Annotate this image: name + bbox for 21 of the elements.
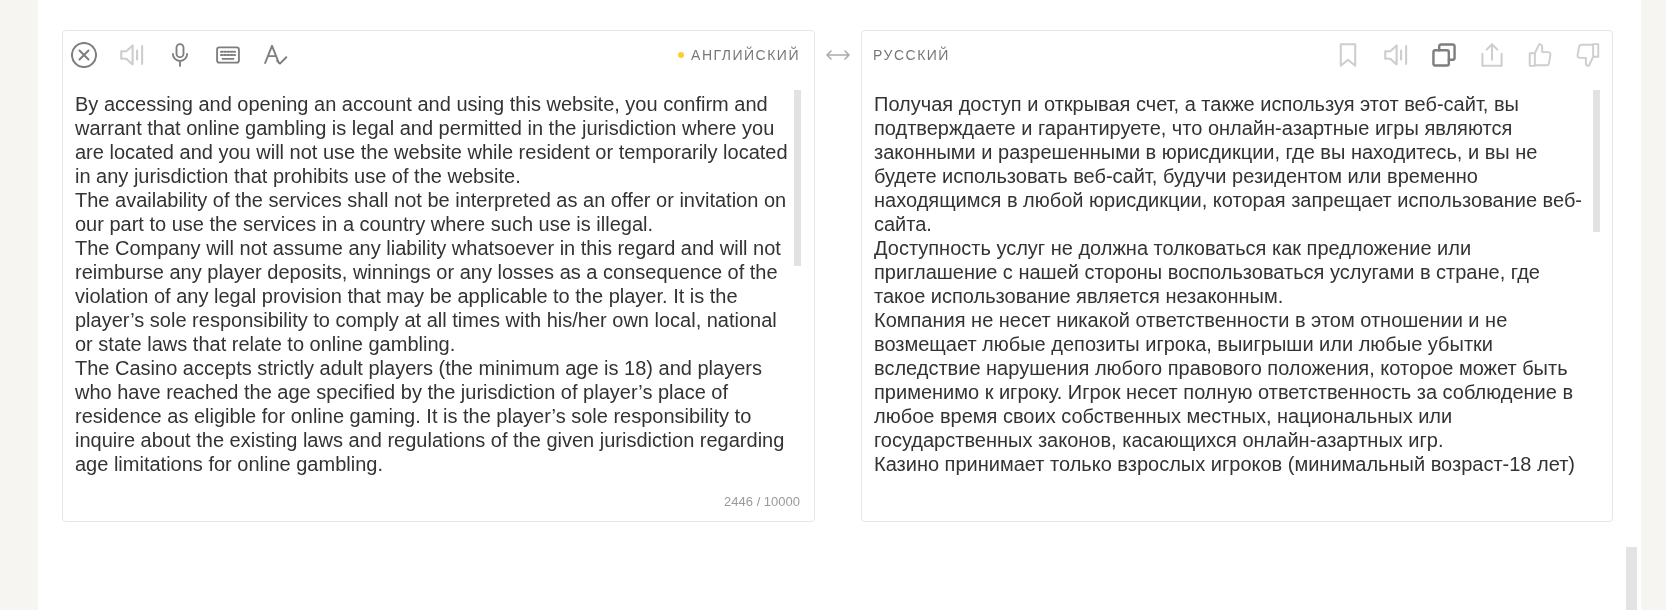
translation-paragraph: Компания не несет никакой ответственности в этом отношении и не возмещает любые депозиты игрока, выигрыши или любые убытки вследствие нарушения любого правового положения, которое может быть применимо к игроку. Игрок несет полную ответственность за соблюдение в любое время своих собственных местных, национальных или государственных законов, касающихся онлайн-азартных игр. — [874, 308, 1575, 452]
scrollbar-thumb[interactable] — [1626, 547, 1637, 610]
translation-paragraph: Доступность услуг не должна толковаться как предложение или приглашение с нашей стороны воспользоваться услугами в стране, где такое использование является незаконным. — [874, 236, 1541, 308]
character-counter: 2446 / 10000 — [724, 494, 801, 511]
swap-icon — [826, 50, 850, 60]
share-icon — [1480, 43, 1504, 67]
speaker-icon — [120, 43, 144, 67]
speaker-icon — [1384, 43, 1408, 67]
scrollbar-thumb[interactable] — [794, 90, 801, 266]
thumbs-up-icon — [1528, 43, 1552, 67]
language-button[interactable]: АНГЛИЙСКИЙ — [678, 46, 800, 64]
keyboard-icon — [216, 43, 240, 67]
spellcheck-icon — [264, 43, 288, 67]
language-button[interactable]: РУССКИЙ — [873, 46, 950, 64]
clear-icon — [71, 42, 97, 68]
copy-icon — [1432, 43, 1456, 67]
translation-paragraph: Получая доступ и открывая счет, а также используя этот веб-сайт, вы подтверждаете и гарантируете, что онлайн-азартные игры являются законными и разрешенными в юрисдикции, где вы находитесь, и вы не будете использовать веб-сайт, будучи резидентом или временно находящимся в любой юрисдикции, которая запрещает использование веб-сайта. — [874, 92, 1583, 236]
source-text-field[interactable]: By accessing and opening an account and using this website, you confirm and warrant that online gambling is legal and permitted in the jurisdiction where you are located and you will not use the website while resident or temporarily located in any jurisdiction that prohibits use of the website. The availability of the services shall not be interpreted as an offer or invitation on our part to use the services in a country where such use is illegal. The Company will not assume any liability whatsoever in this regard and will not reimburse any player deposits, winnings or any losses as a consequence of the violation of any legal provision that may be applicable to the player. It is the player’s sole responsibility to comply at all times with his/her own local, national or state laws that relate to online gambling. The Casino accepts strictly adult players (the minimum age is 18) and players who have reached the age specified by the jurisdiction of player’s place of residence as eligible for online gaming. It is the player’s sole responsibility to inquire about the existing laws and regulations of the given jurisdiction regarding age limitations for online gambling. — [75, 90, 793, 476]
thumbs-down-icon — [1576, 43, 1600, 67]
scrollbar-thumb[interactable] — [1593, 90, 1600, 232]
translation-paragraph: Казино принимает только взрослых игроков (минимальный возраст-18 лет) — [874, 452, 1576, 476]
